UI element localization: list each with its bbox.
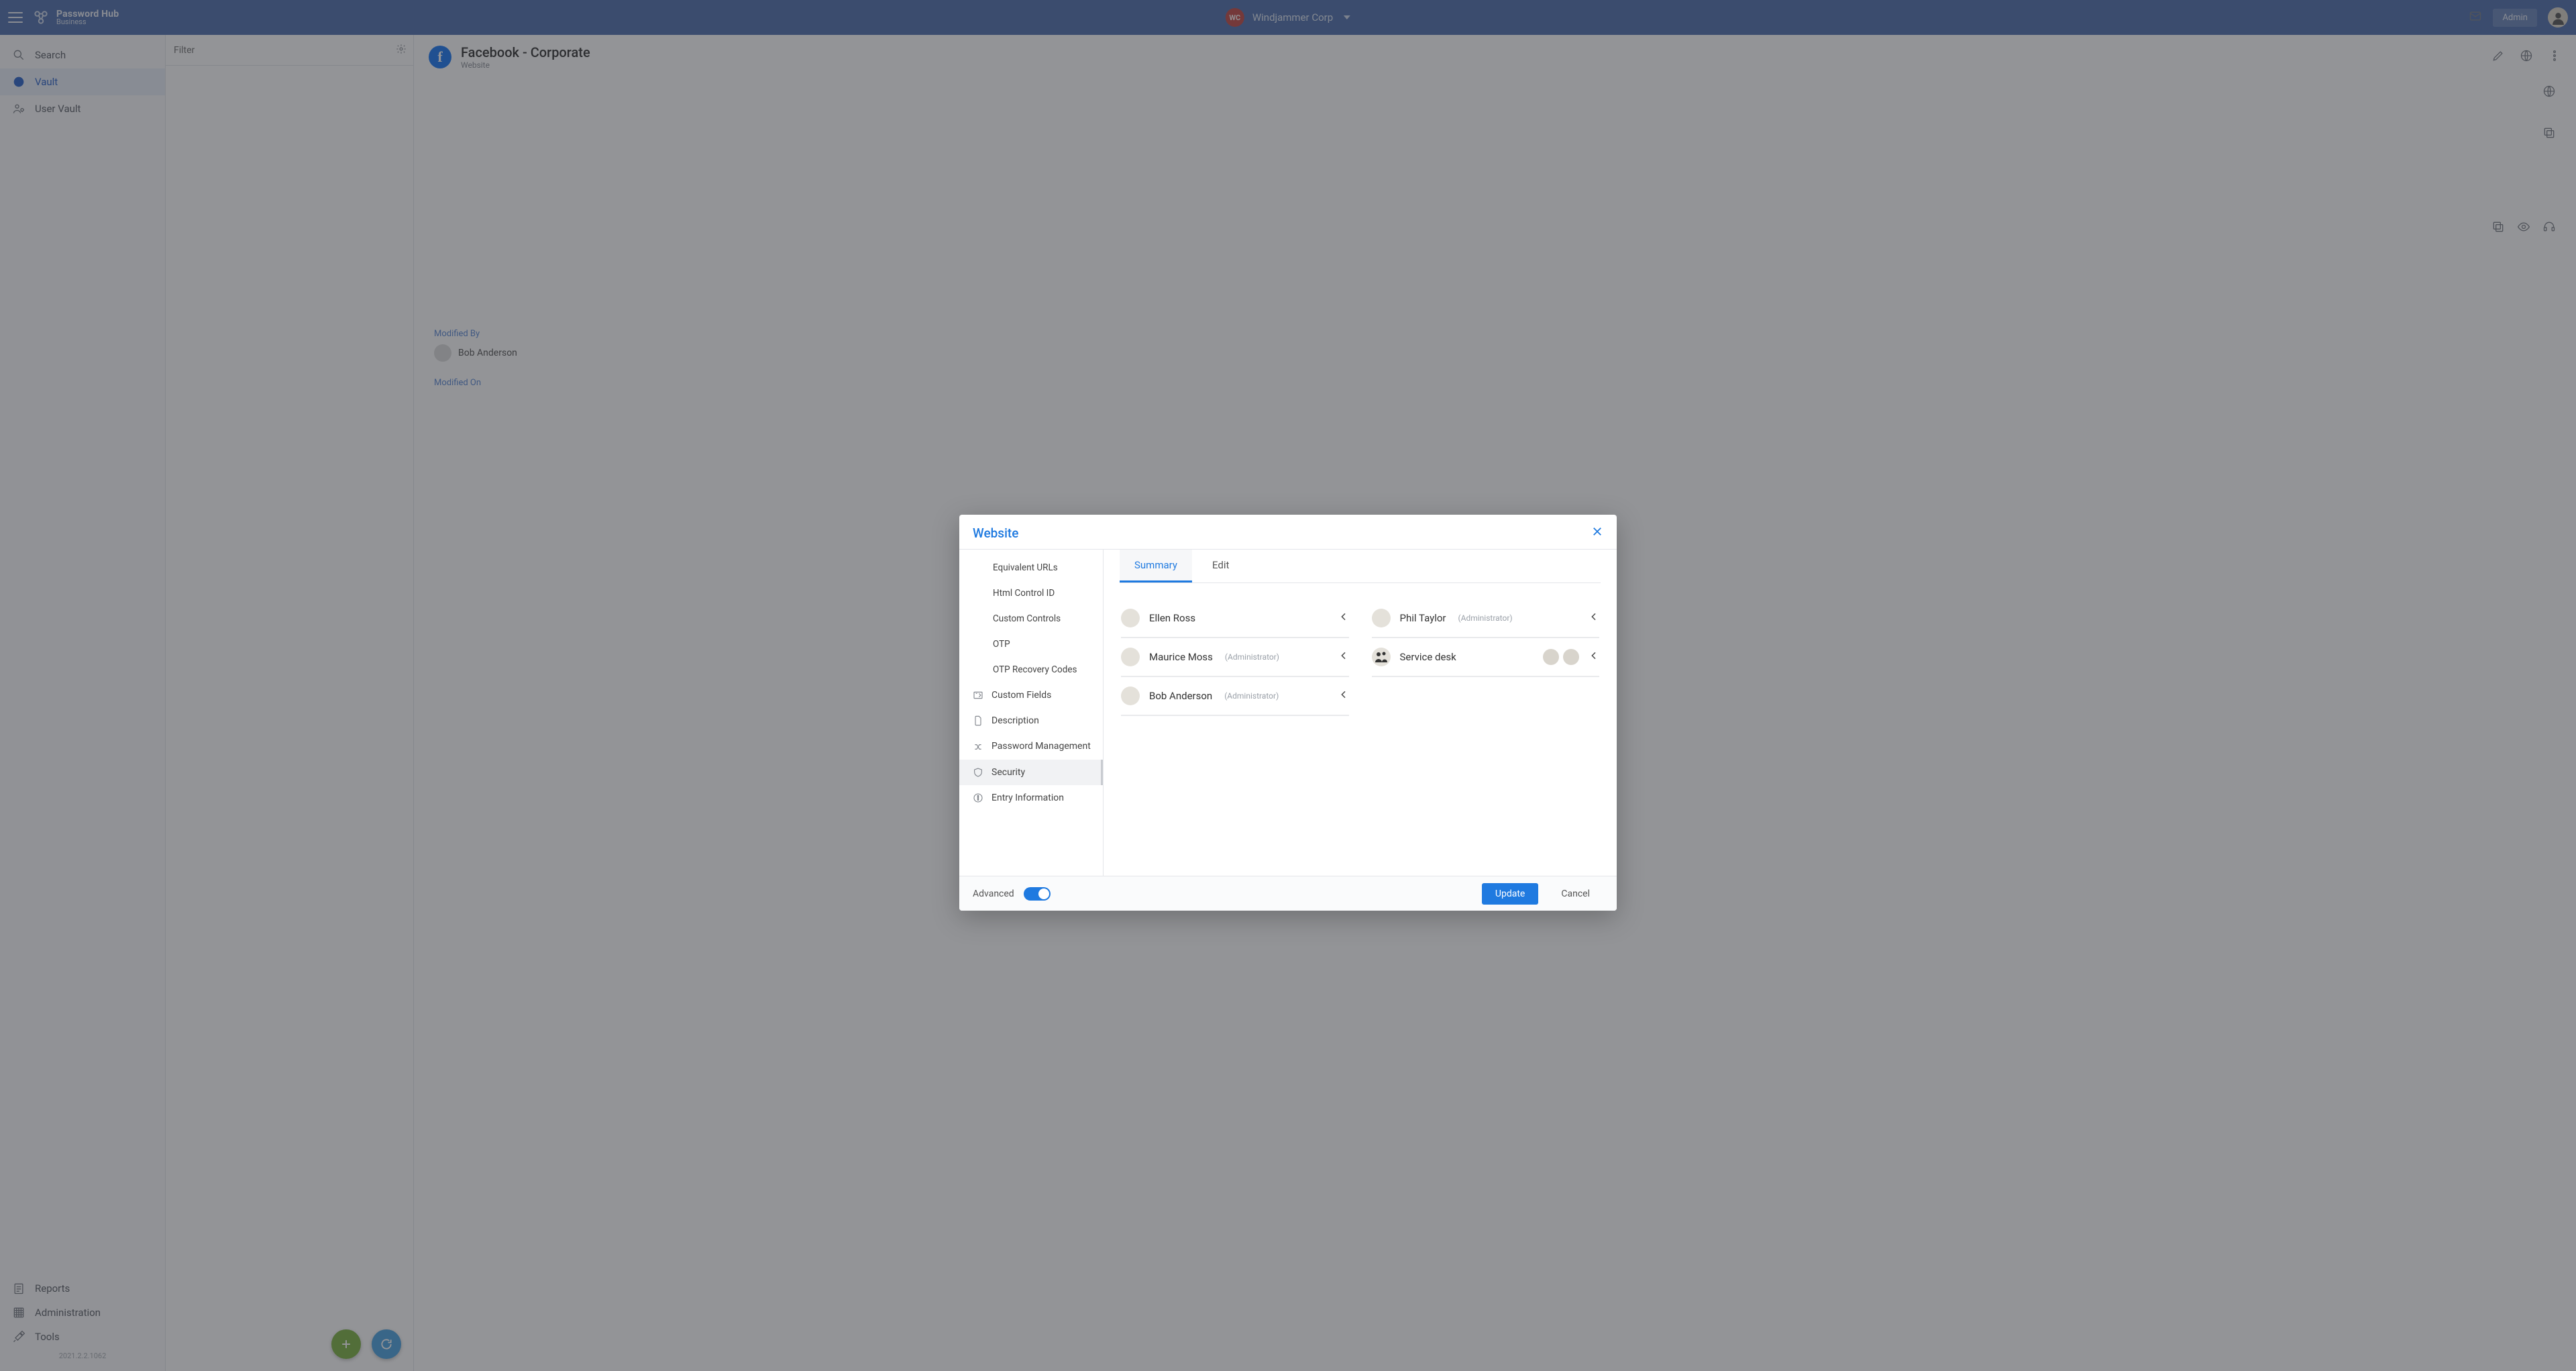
chevron-left-icon[interactable]: [1338, 611, 1349, 625]
sidebar-item-custom-fields[interactable]: Custom Fields: [959, 682, 1103, 708]
principal-name: Phil Taylor: [1400, 612, 1446, 624]
description-icon: [971, 715, 985, 726]
sidebar-item-html-control-id[interactable]: Html Control ID: [959, 580, 1103, 606]
security-principals-list: Ellen RossPhil Taylor(Administrator)Maur…: [1120, 583, 1601, 723]
sidebar-item-entry-info[interactable]: Entry Information: [959, 785, 1103, 811]
avatar: [1121, 687, 1140, 705]
principal-name: Bob Anderson: [1149, 690, 1212, 702]
advanced-label: Advanced: [973, 888, 1014, 899]
tab-edit[interactable]: Edit: [1197, 550, 1244, 582]
sidebar-item-security[interactable]: Security: [959, 760, 1103, 785]
admin-badge: (Administrator): [1224, 691, 1279, 701]
group-members-preview: [1543, 649, 1579, 665]
chevron-left-icon[interactable]: [1338, 650, 1349, 664]
security-principal-row[interactable]: Maurice Moss (Administrator): [1121, 638, 1349, 677]
chevron-left-icon[interactable]: [1589, 611, 1599, 625]
close-icon[interactable]: [1591, 525, 1603, 541]
chevron-left-icon[interactable]: [1338, 689, 1349, 703]
group-icon: [1372, 648, 1391, 666]
avatar: [1372, 609, 1391, 627]
security-principal-row[interactable]: Bob Anderson (Administrator): [1121, 677, 1349, 716]
chevron-left-icon[interactable]: [1589, 650, 1599, 664]
admin-badge: (Administrator): [1225, 652, 1279, 662]
tab-summary[interactable]: Summary: [1120, 550, 1192, 582]
modal-tabs: Summary Edit: [1120, 550, 1601, 583]
sidebar-item-password-management[interactable]: Password Management: [959, 733, 1103, 760]
security-principal-row[interactable]: Phil Taylor (Administrator): [1372, 599, 1600, 638]
website-modal: Website Equivalent URLs Html Control ID …: [959, 515, 1617, 911]
security-principal-row[interactable]: Service desk: [1372, 638, 1600, 677]
info-icon: [971, 793, 985, 803]
principal-name: Maurice Moss: [1149, 651, 1213, 663]
avatar: [1121, 648, 1140, 666]
sidebar-item-otp-recovery[interactable]: OTP Recovery Codes: [959, 657, 1103, 682]
security-principal-row[interactable]: Ellen Ross: [1121, 599, 1349, 638]
modal-title: Website: [973, 525, 1018, 541]
avatar: [1121, 609, 1140, 627]
principal-name: Ellen Ross: [1149, 612, 1195, 624]
update-button[interactable]: Update: [1482, 883, 1538, 905]
sidebar-item-otp[interactable]: OTP: [959, 631, 1103, 657]
sidebar-item-custom-controls[interactable]: Custom Controls: [959, 606, 1103, 631]
password-mgmt-icon: [971, 742, 985, 752]
cancel-button[interactable]: Cancel: [1548, 883, 1603, 905]
sidebar-item-equivalent-urls[interactable]: Equivalent URLs: [959, 555, 1103, 580]
modal-sidebar: Equivalent URLs Html Control ID Custom C…: [959, 550, 1104, 876]
sidebar-item-description[interactable]: Description: [959, 708, 1103, 733]
custom-fields-icon: [971, 690, 985, 701]
principal-name: Service desk: [1400, 651, 1456, 663]
shield-icon: [971, 767, 985, 778]
advanced-toggle[interactable]: [1024, 887, 1051, 901]
admin-badge: (Administrator): [1458, 613, 1513, 623]
